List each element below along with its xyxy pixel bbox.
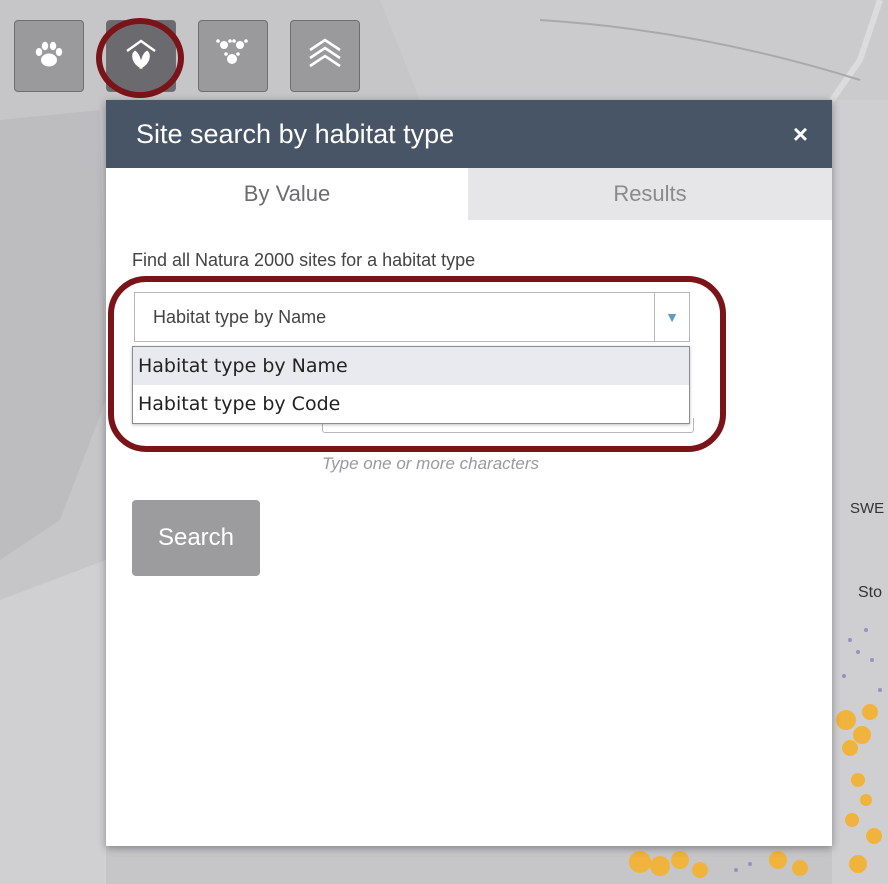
multi-paw-icon (213, 35, 253, 78)
panel-tabs: By Value Results (106, 168, 832, 220)
layers-icon (306, 36, 344, 77)
highlight-ring-dropdown (108, 276, 726, 452)
tab-by-value[interactable]: By Value (106, 168, 468, 220)
panel-header: Site search by habitat type × (106, 100, 832, 168)
map-label-swe: SWE (850, 500, 885, 517)
close-button[interactable]: × (793, 119, 808, 150)
tab-results[interactable]: Results (468, 168, 832, 220)
find-description: Find all Natura 2000 sites for a habitat… (132, 250, 476, 270)
map-label-sto: Sto (858, 584, 883, 601)
habitat-search-panel: Site search by habitat type × By Value R… (106, 100, 832, 846)
highlight-ring-toolbar (96, 18, 184, 98)
search-button[interactable]: Search (132, 500, 260, 576)
panel-title: Site search by habitat type (136, 118, 455, 149)
layers-tool-button[interactable] (290, 20, 360, 92)
search-hint: Type one or more characters (322, 454, 539, 473)
paw-icon (32, 37, 66, 76)
multi-species-tool-button[interactable] (198, 20, 268, 92)
paw-tool-button[interactable] (14, 20, 84, 92)
